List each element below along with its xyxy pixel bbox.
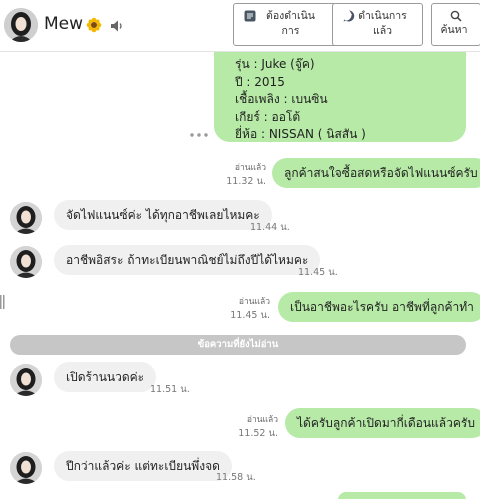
car-year: ปี : 2015 [235,74,285,89]
read-receipt: อ่านแล้ว [246,415,278,425]
contact-avatar-small [10,202,42,234]
done-label-line2: แล้ว [372,25,393,37]
message-time: 11.51 น. [150,384,190,395]
search-label: ค้นหา [440,24,468,36]
outgoing-message: ลูกค้าสนใจซื้อสดหรือจัดไฟแนนซ์ครับ [272,158,480,188]
message-meta: อ่านแล้ว 11.32 น. [200,162,266,188]
more-options-icon[interactable] [189,123,209,137]
contact-avatar-small [10,246,42,278]
message-time: 11.45 น. [230,310,270,321]
search-button[interactable]: ค้นหา [431,3,480,46]
incoming-message: จัดไฟแนนซ์ค่ะ ได้ทุกอาชีพเลยไหมคะ [54,200,272,230]
contact-avatar[interactable] [4,8,38,42]
unread-divider: ข้อความที่ยังไม่อ่าน [10,335,466,355]
message-time: 11.58 น. [216,472,256,483]
read-receipt: อ่านแล้ว [238,297,270,307]
list-icon [244,10,256,22]
message-time: 11.44 น. [250,222,290,233]
outgoing-message: ได้ครับลูกค้าเปิดมากี่เดือนแล้วครับ [285,408,480,438]
todo-button[interactable]: ต้องดำเนิน การ [233,3,338,46]
done-button[interactable]: ดำเนินการ แล้ว [332,3,423,46]
message-meta: อ่านแล้ว 11.45 น. [204,296,270,322]
contact-avatar-small [10,364,42,396]
chat-area[interactable]: รุ่น : Juke (จู๊ค) ปี : 2015 เชื้อเพลิง … [0,52,480,499]
incoming-message: ปีกว่าแล้วค่ะ แต่ทะเบียนพึ่งจด [54,451,232,481]
message-time: 11.45 น. [298,267,338,278]
message-time: 11.52 น. [238,428,278,439]
outgoing-message-partial [338,492,466,499]
resize-handle[interactable] [0,294,6,309]
message-meta: อ่านแล้ว 11.52 น. [212,414,278,440]
car-fuel: เชื้อเพลิง : เบนซิน [235,92,328,106]
read-receipt: อ่านแล้ว [234,163,266,173]
chat-check-icon [343,10,355,22]
sunflower-icon [86,17,102,33]
speaker-icon[interactable] [110,18,124,32]
car-model: รุ่น : Juke (จู๊ค) [235,57,315,71]
contact-name: Mew [44,14,84,34]
outgoing-message: เป็นอาชีพอะไรครับ อาชีพที่ลูกค้าทำ [278,292,480,322]
incoming-message: อาชีพอิสระ ถ้าทะเบียนพาณิชย์ไม่ถึงปีได้ไ… [54,245,321,275]
message-time: 11.32 น. [226,176,266,187]
car-details-bubble: รุ่น : Juke (จู๊ค) ปี : 2015 เชื้อเพลิง … [214,52,466,142]
todo-label-line2: การ [281,25,300,37]
incoming-message: เปิดร้านนวดค่ะ [54,362,157,392]
chat-header: Mew ต้องดำเนิน การ ดำเนินการ แล้ว ค้นหา [0,0,480,52]
car-brand: ยี่ห้อ : NISSAN ( นิสสัน ) [235,127,366,141]
search-icon [450,10,462,22]
contact-avatar-small [10,452,42,484]
car-gear: เกียร์ : ออโต้ [235,109,301,124]
